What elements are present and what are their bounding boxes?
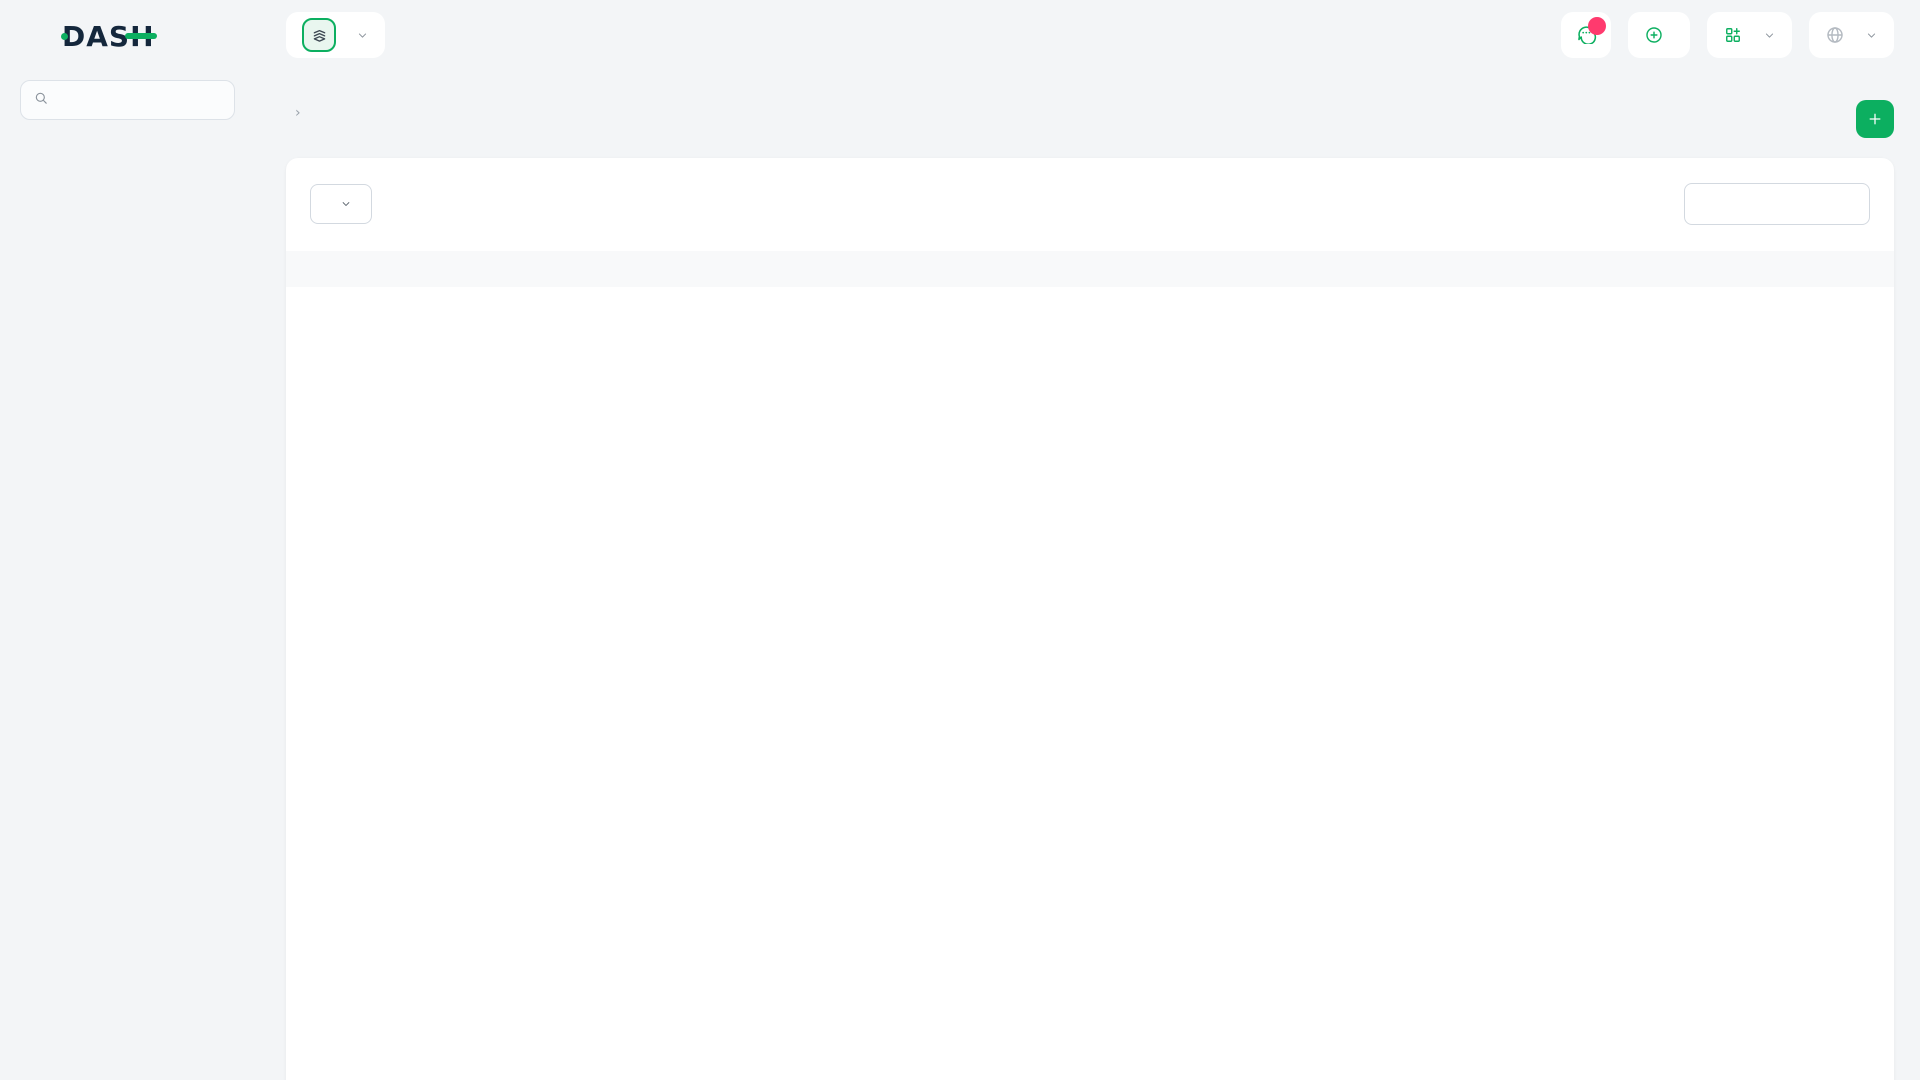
app-switcher-button[interactable] bbox=[1707, 12, 1792, 58]
topbar bbox=[286, 0, 1894, 70]
plus-circle-icon bbox=[1644, 25, 1664, 45]
breadcrumb: › bbox=[286, 105, 310, 121]
create-workspace-button[interactable] bbox=[1628, 12, 1690, 58]
workspace-selector[interactable] bbox=[286, 12, 385, 58]
page-header: › bbox=[286, 94, 1894, 138]
table-toolbar-right bbox=[1667, 183, 1870, 225]
chevron-down-icon bbox=[1763, 29, 1776, 42]
topbar-right bbox=[1561, 12, 1894, 58]
authors-table-card bbox=[286, 158, 1894, 1080]
logo-text-end: H bbox=[130, 20, 154, 53]
entries-per-page bbox=[310, 184, 390, 224]
messages-badge bbox=[1588, 17, 1606, 35]
chevron-down-icon bbox=[340, 198, 352, 210]
chevron-right-icon: › bbox=[295, 105, 301, 121]
table-toolbar bbox=[286, 183, 1894, 225]
app-root: DASH bbox=[0, 0, 1920, 1080]
globe-icon bbox=[1825, 25, 1845, 45]
logo-text: D bbox=[62, 20, 86, 53]
add-author-button[interactable] bbox=[1856, 100, 1894, 138]
authors-table bbox=[286, 251, 1894, 287]
sidebar-search-input[interactable] bbox=[57, 92, 222, 108]
messages-button[interactable] bbox=[1561, 12, 1611, 58]
entries-per-page-select[interactable] bbox=[310, 184, 372, 224]
table-search-input[interactable] bbox=[1684, 183, 1870, 225]
table-header-row bbox=[286, 251, 1894, 287]
logo-text-mid: AS bbox=[86, 20, 130, 53]
grid-plus-icon bbox=[1723, 25, 1743, 45]
workspace-logo-icon bbox=[302, 18, 336, 52]
sidebar-search bbox=[20, 80, 235, 120]
main-area: › bbox=[255, 0, 1920, 1080]
sidebar-library-subnav bbox=[0, 138, 255, 144]
brand-logo[interactable]: DASH bbox=[0, 0, 255, 72]
chevron-down-icon bbox=[1865, 29, 1878, 42]
language-button[interactable] bbox=[1809, 12, 1894, 58]
sidebar: DASH bbox=[0, 0, 255, 1080]
search-icon bbox=[33, 90, 49, 110]
chevron-down-icon bbox=[356, 29, 369, 42]
